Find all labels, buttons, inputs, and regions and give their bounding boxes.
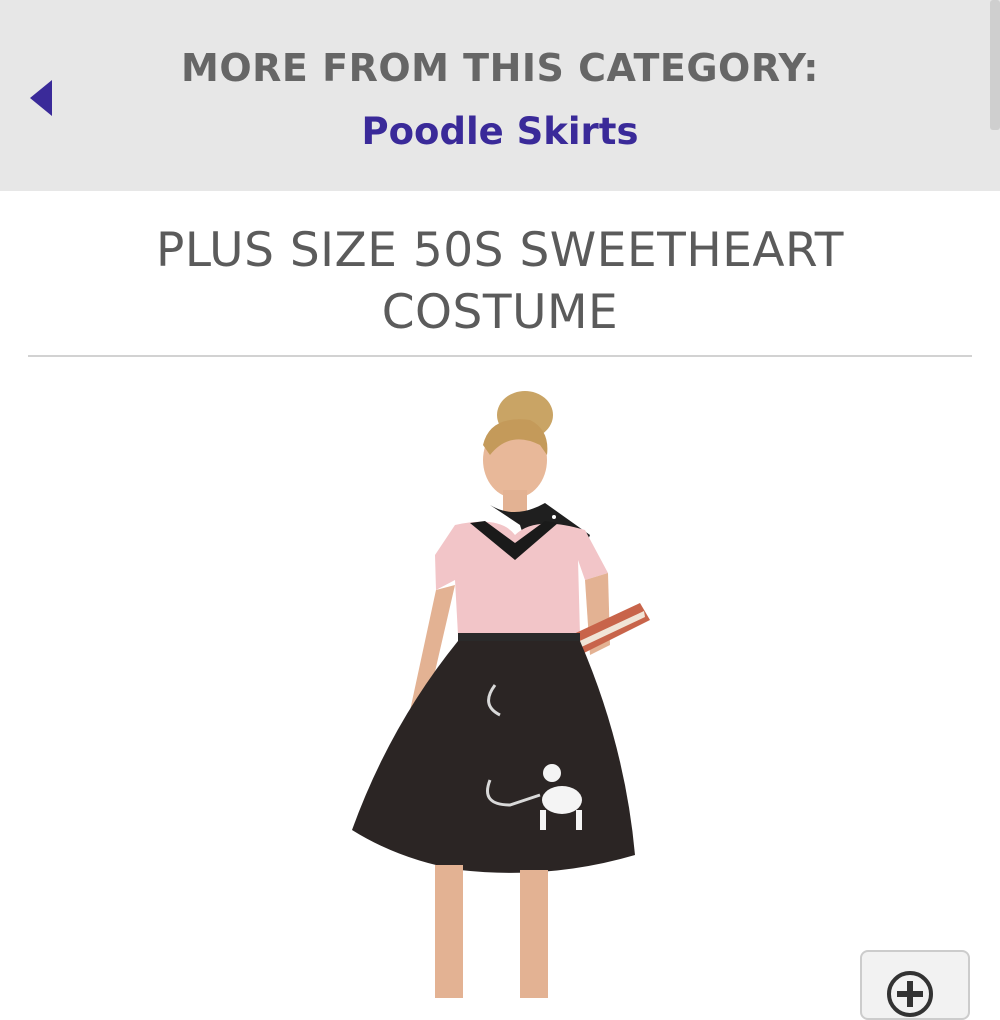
category-bar: MORE FROM THIS CATEGORY: Poodle Skirts	[0, 0, 1000, 191]
category-link-poodle-skirts[interactable]: Poodle Skirts	[0, 110, 1000, 153]
zoom-button[interactable]	[860, 950, 970, 1020]
title-divider	[28, 355, 972, 357]
category-heading: MORE FROM THIS CATEGORY:	[181, 46, 819, 90]
scrollbar[interactable]	[990, 0, 1000, 130]
zoom-plus-icon	[887, 971, 933, 1017]
product-title: PLUS SIZE 50S SWEETHEART COSTUME	[155, 223, 844, 340]
product-image[interactable]	[340, 385, 660, 998]
